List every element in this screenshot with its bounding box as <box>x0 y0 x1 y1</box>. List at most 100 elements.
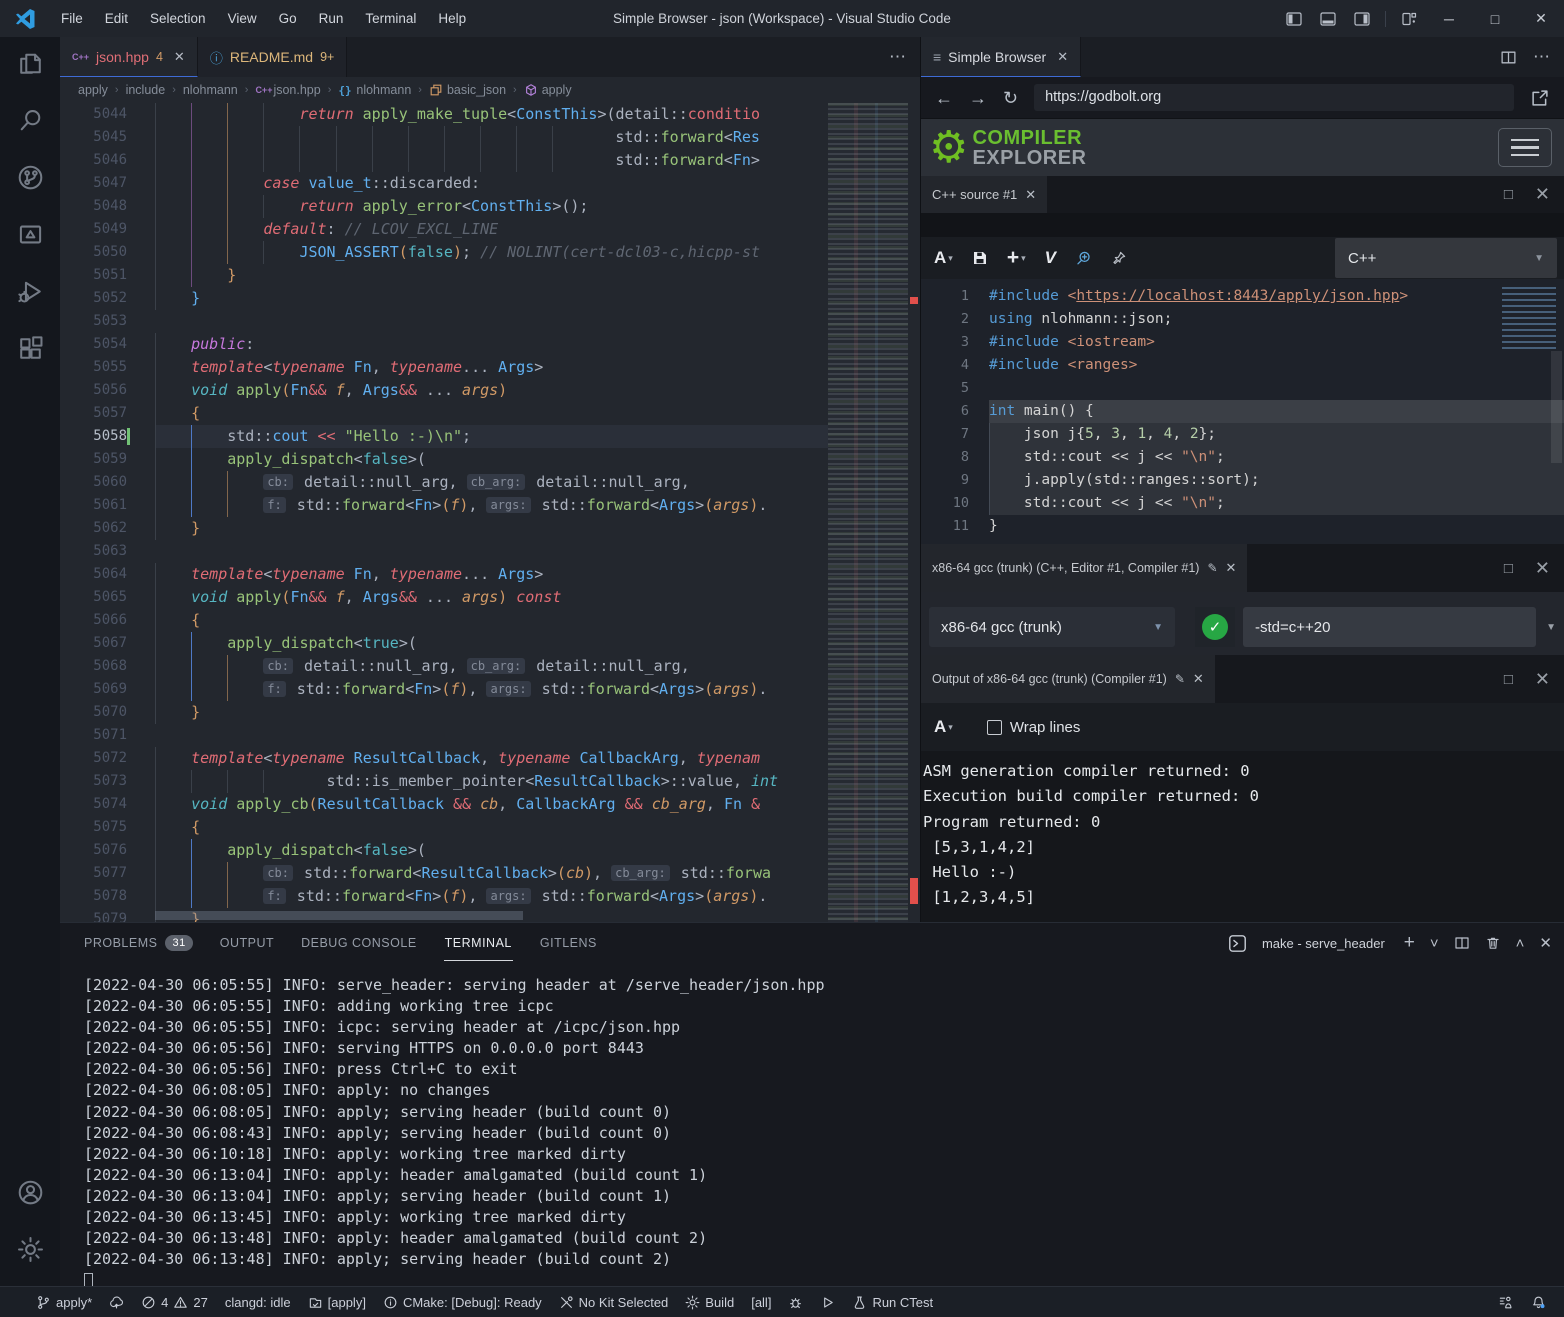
close-tab-icon[interactable]: ✕ <box>174 49 185 65</box>
ce-source-editor[interactable]: 1234567891011 #include <https://localhos… <box>921 279 1564 544</box>
menu-run[interactable]: Run <box>309 7 354 30</box>
activity-account-icon[interactable] <box>0 1166 60 1218</box>
kill-terminal-icon[interactable] <box>1485 935 1501 951</box>
line-number[interactable]: 5059 <box>60 448 155 471</box>
hamburger-menu-icon[interactable] <box>1498 128 1552 167</box>
activity-explorer-icon[interactable] <box>0 37 60 89</box>
ce-code-line[interactable]: using nlohmann::json; <box>989 308 1500 331</box>
activity-source-control-icon[interactable] <box>0 151 60 203</box>
code-line[interactable]: template<typename Fn, typename... Args> <box>155 563 828 586</box>
line-number[interactable]: 5072 <box>60 747 155 770</box>
add-pane-button[interactable]: +▾ <box>1007 246 1026 270</box>
panel-tab-output[interactable]: OUTPUT <box>220 923 274 963</box>
editor-tab-json.hpp[interactable]: C++json.hpp4✕ <box>60 37 198 77</box>
ce-code-line[interactable]: #include <ranges> <box>989 354 1500 377</box>
line-number[interactable]: 5066 <box>60 609 155 632</box>
status-cmake-kit[interactable]: No Kit Selected <box>559 1295 669 1310</box>
chevron-down-icon[interactable]: ▼ <box>1546 622 1556 633</box>
code-line[interactable]: return apply_error<ConstThis>(); <box>155 195 828 218</box>
status-notifications[interactable] <box>1531 1295 1546 1310</box>
close-icon[interactable]: ✕ <box>1193 671 1204 687</box>
line-number[interactable]: 5046 <box>60 149 155 172</box>
line-number[interactable]: 5073 <box>60 770 155 793</box>
ce-code-line[interactable]: #include <https://localhost:8443/apply/j… <box>989 285 1500 308</box>
reload-button[interactable]: ↻ <box>1003 89 1018 107</box>
ce-code-line[interactable]: } <box>989 515 1500 538</box>
ce-code-line[interactable]: std::cout << j << "\n"; <box>989 446 1564 469</box>
code-line[interactable]: apply_dispatch<false>( <box>155 839 828 862</box>
code-editor[interactable]: 5044504550465047504850495050505150525053… <box>60 103 920 922</box>
toggle-sidebar-icon[interactable] <box>1284 11 1304 27</box>
menu-file[interactable]: File <box>51 7 93 30</box>
menu-terminal[interactable]: Terminal <box>355 7 426 30</box>
status-launch-target[interactable] <box>820 1295 835 1310</box>
panel-tab-debug-console[interactable]: DEBUG CONSOLE <box>301 923 417 963</box>
editor-content[interactable]: return apply_make_tuple<ConstThis>(detai… <box>155 103 828 922</box>
terminal-dropdown-icon[interactable]: ˅ <box>1430 935 1439 952</box>
code-line[interactable]: apply_dispatch<true>( <box>155 632 828 655</box>
code-line[interactable]: } <box>155 264 828 287</box>
ce-scrollbar[interactable] <box>1551 351 1562 463</box>
code-line[interactable]: cb: std::forward<ResultCallback>(cb), cb… <box>155 862 828 885</box>
code-line[interactable]: std::forward<Fn> <box>155 149 828 172</box>
language-select[interactable]: C++ ▼ <box>1335 238 1557 278</box>
line-number[interactable]: 5052 <box>60 287 155 310</box>
close-tab-icon[interactable]: ✕ <box>1057 49 1068 65</box>
close-icon[interactable]: ✕ <box>1025 187 1036 203</box>
status-publish[interactable] <box>109 1295 124 1310</box>
line-number[interactable]: 5058 <box>60 425 155 448</box>
breadcrumb-item-apply[interactable]: apply <box>524 83 572 97</box>
status-run-ctest[interactable]: Run CTest <box>852 1295 933 1310</box>
line-number[interactable]: 5060 <box>60 471 155 494</box>
activity-search-icon[interactable] <box>0 94 60 146</box>
compiler-options-input[interactable]: -std=c++20 <box>1243 607 1536 647</box>
status-cmake-build[interactable]: Build <box>685 1295 734 1310</box>
ce-code-line[interactable]: json j{5, 3, 1, 4, 2}; <box>989 423 1564 446</box>
menu-view[interactable]: View <box>218 7 267 30</box>
breadcrumb-item-nlohmann[interactable]: nlohmann <box>183 83 238 97</box>
close-pane-icon[interactable]: ✕ <box>1535 669 1550 690</box>
line-number[interactable]: 5055 <box>60 356 155 379</box>
code-line[interactable] <box>155 540 828 563</box>
code-line[interactable]: cb: detail::null_arg, cb_arg: detail::nu… <box>155 471 828 494</box>
status-git-branch[interactable]: apply* <box>36 1295 92 1310</box>
rename-icon[interactable]: ✎ <box>1175 672 1185 686</box>
split-terminal-icon[interactable] <box>1454 935 1470 951</box>
open-external-icon[interactable] <box>1530 88 1550 108</box>
activity-settings-icon[interactable] <box>0 1223 60 1275</box>
line-number[interactable]: 5049 <box>60 218 155 241</box>
maximize-pane-icon[interactable]: □ <box>1504 186 1513 203</box>
ce-code-line[interactable]: std::cout << j << "\n"; <box>989 492 1564 515</box>
line-number[interactable]: 5062 <box>60 517 155 540</box>
code-line[interactable]: std::is_member_pointer<ResultCallback>::… <box>155 770 828 793</box>
source-pane-tab[interactable]: C++ source #1 ✕ <box>921 176 1047 213</box>
activity-testing-icon[interactable] <box>0 208 60 260</box>
line-number[interactable]: 5063 <box>60 540 155 563</box>
code-line[interactable]: f: std::forward<Fn>(f), args: std::forwa… <box>155 678 828 701</box>
breadcrumb-item-json.hpp[interactable]: C++json.hpp <box>255 83 320 97</box>
minimap[interactable] <box>828 103 908 922</box>
code-line[interactable]: std::cout << "Hello :-)\n"; <box>155 425 828 448</box>
menu-go[interactable]: Go <box>269 7 307 30</box>
line-number[interactable]: 5067 <box>60 632 155 655</box>
compiler-pane-tab[interactable]: x86-64 gcc (trunk) (C++, Editor #1, Comp… <box>921 544 1247 592</box>
code-line[interactable]: { <box>155 816 828 839</box>
panel-tab-problems[interactable]: PROBLEMS31 <box>84 923 193 963</box>
code-line[interactable] <box>155 310 828 333</box>
tab-simple-browser[interactable]: ≡ Simple Browser ✕ <box>921 37 1081 77</box>
code-line[interactable]: f: std::forward<Fn>(f), args: std::forwa… <box>155 885 828 908</box>
close-icon[interactable]: ✕ <box>1226 560 1237 576</box>
ce-code-line[interactable]: int main() { <box>989 400 1564 423</box>
breadcrumb-item-basic_json[interactable]: basic_json <box>429 83 506 97</box>
back-button[interactable]: ← <box>935 89 953 107</box>
ce-code-line[interactable]: #include <iostream> <box>989 331 1500 354</box>
pin-icon[interactable] <box>1111 250 1127 266</box>
line-number[interactable]: 5070 <box>60 701 155 724</box>
toggle-secondary-sidebar-icon[interactable] <box>1352 11 1372 27</box>
editor-tab-README.md[interactable]: ⓘREADME.md9+ <box>198 37 348 77</box>
code-line[interactable]: cb: detail::null_arg, cb_arg: detail::nu… <box>155 655 828 678</box>
toggle-panel-icon[interactable] <box>1318 11 1338 27</box>
line-number[interactable]: 5051 <box>60 264 155 287</box>
ce-code-line[interactable]: j.apply(std::ranges::sort); <box>989 469 1564 492</box>
status-cmake-target[interactable]: [all] <box>751 1295 771 1310</box>
